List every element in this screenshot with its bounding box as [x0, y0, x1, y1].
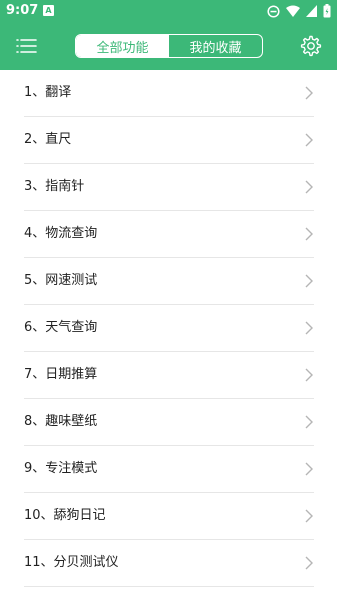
list-item-diary[interactable]: 10、舔狗日记 [24, 493, 314, 540]
tab-all-features[interactable]: 全部功能 [76, 35, 169, 57]
list-item-compass[interactable]: 3、指南针 [24, 164, 314, 211]
menu-button[interactable] [14, 34, 40, 58]
notification-letter: A [45, 6, 52, 15]
toolbar: 全部功能 我的收藏 [0, 22, 337, 70]
chevron-right-icon [305, 227, 313, 241]
feature-list: 1、翻译 2、直尺 3、指南针 4、物流查询 5、网速测试 6、天气查询 7、日… [0, 70, 337, 587]
list-item-label: 10、舔狗日记 [24, 508, 106, 523]
list-item-label: 8、趣味壁纸 [24, 414, 98, 429]
chevron-right-icon [305, 415, 313, 429]
list-item-weather[interactable]: 6、天气查询 [24, 305, 314, 352]
chevron-right-icon [305, 180, 313, 194]
list-item-translate[interactable]: 1、翻译 [24, 70, 314, 117]
battery-icon [323, 4, 331, 18]
signal-icon [306, 5, 317, 17]
list-item-date-calc[interactable]: 7、日期推算 [24, 352, 314, 399]
chevron-right-icon [305, 509, 313, 523]
tab-my-favorites[interactable]: 我的收藏 [169, 35, 262, 57]
list-item-label: 3、指南针 [24, 179, 85, 194]
status-bar: 9:07 A [0, 0, 337, 22]
chevron-right-icon [305, 321, 313, 335]
chevron-right-icon [305, 368, 313, 382]
list-item-label: 2、直尺 [24, 132, 72, 147]
list-item-label: 7、日期推算 [24, 367, 98, 382]
chevron-right-icon [305, 86, 313, 100]
list-item-ruler[interactable]: 2、直尺 [24, 117, 314, 164]
tab-switcher: 全部功能 我的收藏 [75, 34, 263, 58]
gear-icon [300, 35, 322, 57]
list-item-label: 1、翻译 [24, 85, 72, 100]
chevron-right-icon [305, 462, 313, 476]
list-item-label: 5、网速测试 [24, 273, 98, 288]
list-menu-icon [16, 39, 37, 53]
chevron-right-icon [305, 133, 313, 147]
status-time: 9:07 [6, 3, 39, 18]
settings-button[interactable] [299, 34, 323, 58]
notification-icon: A [43, 5, 54, 16]
do-not-disturb-icon [267, 4, 280, 18]
list-item-label: 4、物流查询 [24, 226, 98, 241]
list-item-logistics[interactable]: 4、物流查询 [24, 211, 314, 258]
header: 9:07 A 全部功能 我的收藏 [0, 0, 337, 70]
app-screen: 9:07 A 全部功能 我的收藏 1、翻译 2、直尺 3、指南针 4、物流查询 … [0, 0, 337, 600]
list-item-label: 6、天气查询 [24, 320, 98, 335]
wifi-icon [286, 5, 300, 17]
status-icons [267, 4, 331, 18]
list-item-focus-mode[interactable]: 9、专注模式 [24, 446, 314, 493]
list-item-decibel-meter[interactable]: 11、分贝测试仪 [24, 540, 314, 587]
list-item-label: 9、专注模式 [24, 461, 98, 476]
list-item-wallpaper[interactable]: 8、趣味壁纸 [24, 399, 314, 446]
chevron-right-icon [305, 274, 313, 288]
chevron-right-icon [305, 556, 313, 570]
list-item-label: 11、分贝测试仪 [24, 555, 119, 570]
list-item-speed-test[interactable]: 5、网速测试 [24, 258, 314, 305]
